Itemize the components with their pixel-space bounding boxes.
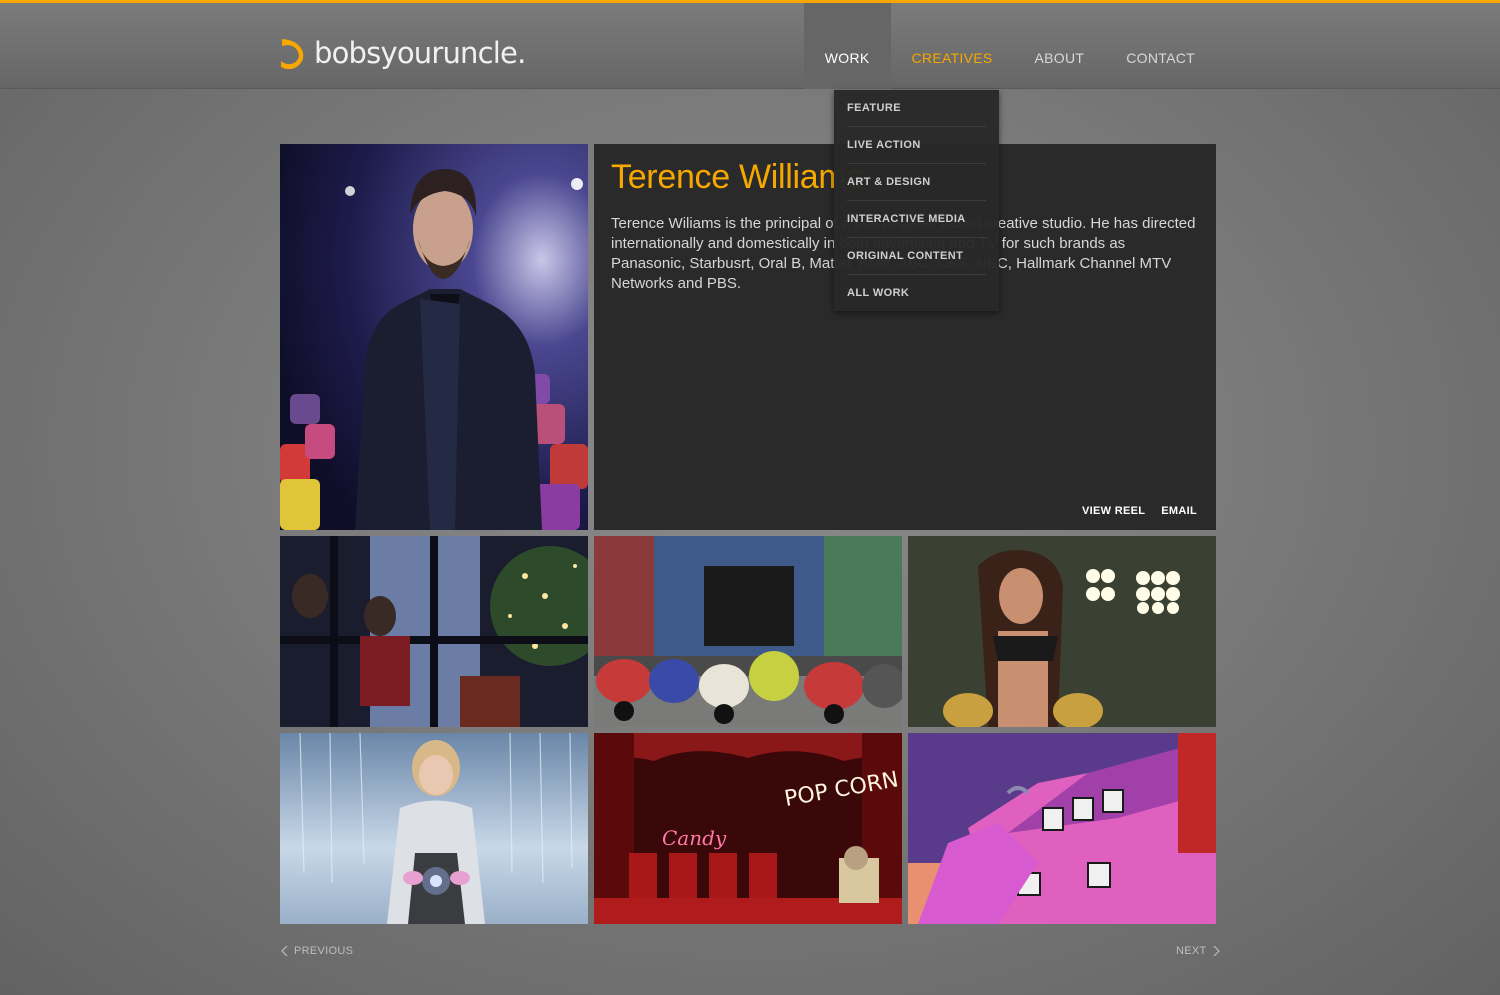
svg-text:Candy: Candy <box>662 826 727 850</box>
nav-item-creatives[interactable]: CREATIVES <box>891 3 1014 89</box>
menu-item-original-content[interactable]: ORIGINAL CONTENT <box>847 238 986 275</box>
creative-portrait-photo <box>280 144 588 530</box>
main-nav: WORK CREATIVES ABOUT CONTACT <box>803 3 1216 89</box>
previous-label: PREVIOUS <box>294 945 354 957</box>
nav-item-contact[interactable]: CONTACT <box>1105 3 1216 89</box>
work-thumbnail-theater[interactable]: Candy POP CORN <box>594 733 902 924</box>
work-thumbnail-scooters[interactable] <box>594 536 902 727</box>
work-thumbnail-girl-snow[interactable] <box>280 733 588 924</box>
next-label: NEXT <box>1176 945 1207 957</box>
nav-item-work[interactable]: WORK <box>803 3 891 89</box>
work-thumbnail-cartoon-house[interactable] <box>908 733 1216 924</box>
previous-page-link[interactable]: PREVIOUS <box>280 945 353 957</box>
menu-item-live-action[interactable]: LIVE ACTION <box>847 127 986 164</box>
next-page-link[interactable]: NEXT <box>1176 945 1221 957</box>
menu-item-interactive-media[interactable]: INTERACTIVE MEDIA <box>847 201 986 238</box>
view-reel-link[interactable]: VIEW REEL <box>1082 505 1145 517</box>
chevron-right-icon <box>1213 945 1220 957</box>
logo-mark-icon <box>281 39 304 69</box>
logo-text: bobsyouruncle. <box>314 36 526 70</box>
work-dropdown-menu: FEATURE LIVE ACTION ART & DESIGN INTERAC… <box>834 90 999 311</box>
menu-item-art-design[interactable]: ART & DESIGN <box>847 164 986 201</box>
chevron-left-icon <box>281 945 288 957</box>
email-link[interactable]: EMAIL <box>1161 505 1197 517</box>
nav-item-about[interactable]: ABOUT <box>1014 3 1106 89</box>
menu-item-feature[interactable]: FEATURE <box>847 90 986 127</box>
work-thumbnail-christmas[interactable] <box>280 536 588 727</box>
logo[interactable]: bobsyouruncle. <box>278 33 526 73</box>
menu-item-all-work[interactable]: ALL WORK <box>847 275 986 312</box>
work-thumbnail-cheerleader[interactable] <box>908 536 1216 727</box>
site-header: bobsyouruncle. WORK CREATIVES ABOUT CONT… <box>0 3 1500 89</box>
bio-actions: VIEW REEL EMAIL <box>1082 505 1197 517</box>
